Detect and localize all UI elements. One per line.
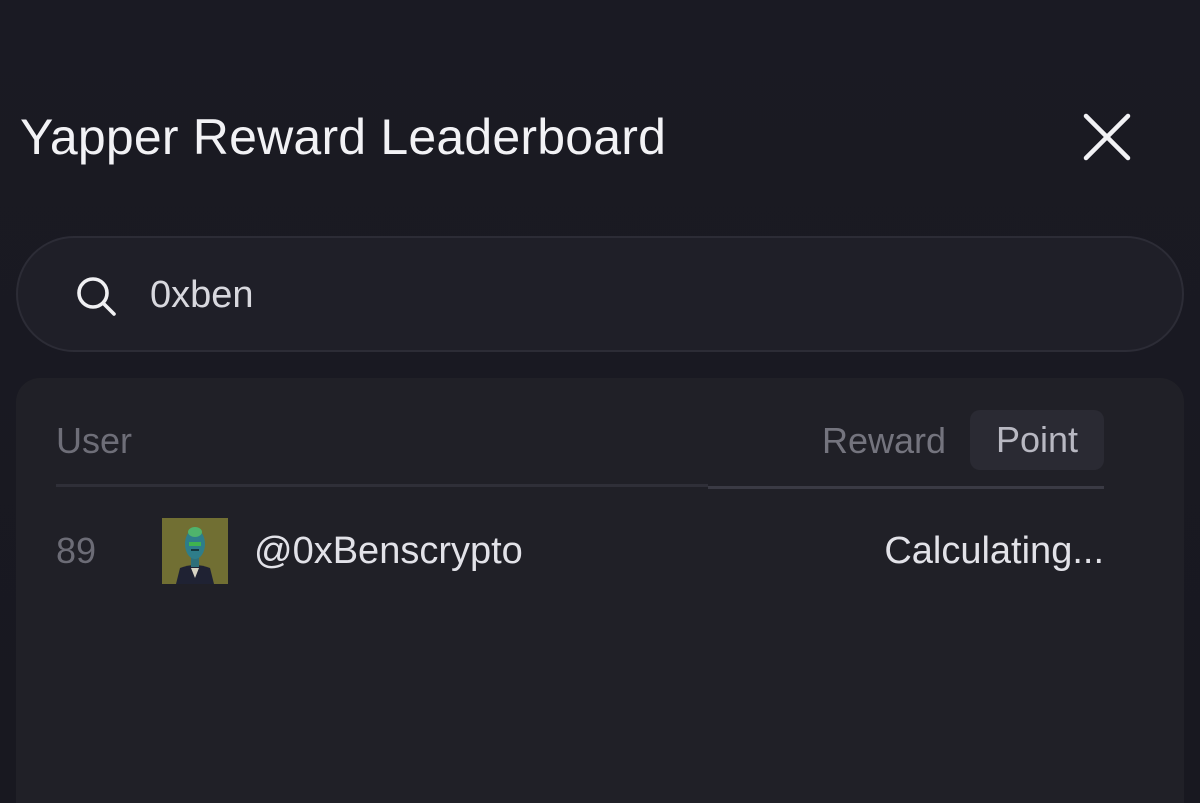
search-icon xyxy=(77,277,116,316)
active-tab-underline xyxy=(708,486,1104,489)
search-bar[interactable] xyxy=(16,236,1184,352)
tab-reward[interactable]: Reward xyxy=(822,420,946,462)
column-header-user: User xyxy=(56,420,133,461)
search-input[interactable] xyxy=(150,268,1130,322)
points-value: Calculating... xyxy=(884,530,1104,572)
username[interactable]: @0xBenscrypto xyxy=(254,530,523,573)
avatar xyxy=(162,518,228,584)
close-icon xyxy=(1083,113,1131,161)
leaderboard-panel: User Reward Point 89 @0xBenscrypto Calcu… xyxy=(16,378,1184,803)
page-title: Yapper Reward Leaderboard xyxy=(20,109,667,165)
header-divider xyxy=(56,484,708,487)
close-button[interactable] xyxy=(1076,106,1138,168)
rank: 89 xyxy=(56,530,97,571)
table-row[interactable]: 89 @0xBenscrypto Calculating... xyxy=(16,516,1184,586)
leaderboard-screen: Yapper Reward Leaderboard User Reward Po… xyxy=(0,0,1200,803)
tab-point[interactable]: Point xyxy=(970,410,1104,470)
